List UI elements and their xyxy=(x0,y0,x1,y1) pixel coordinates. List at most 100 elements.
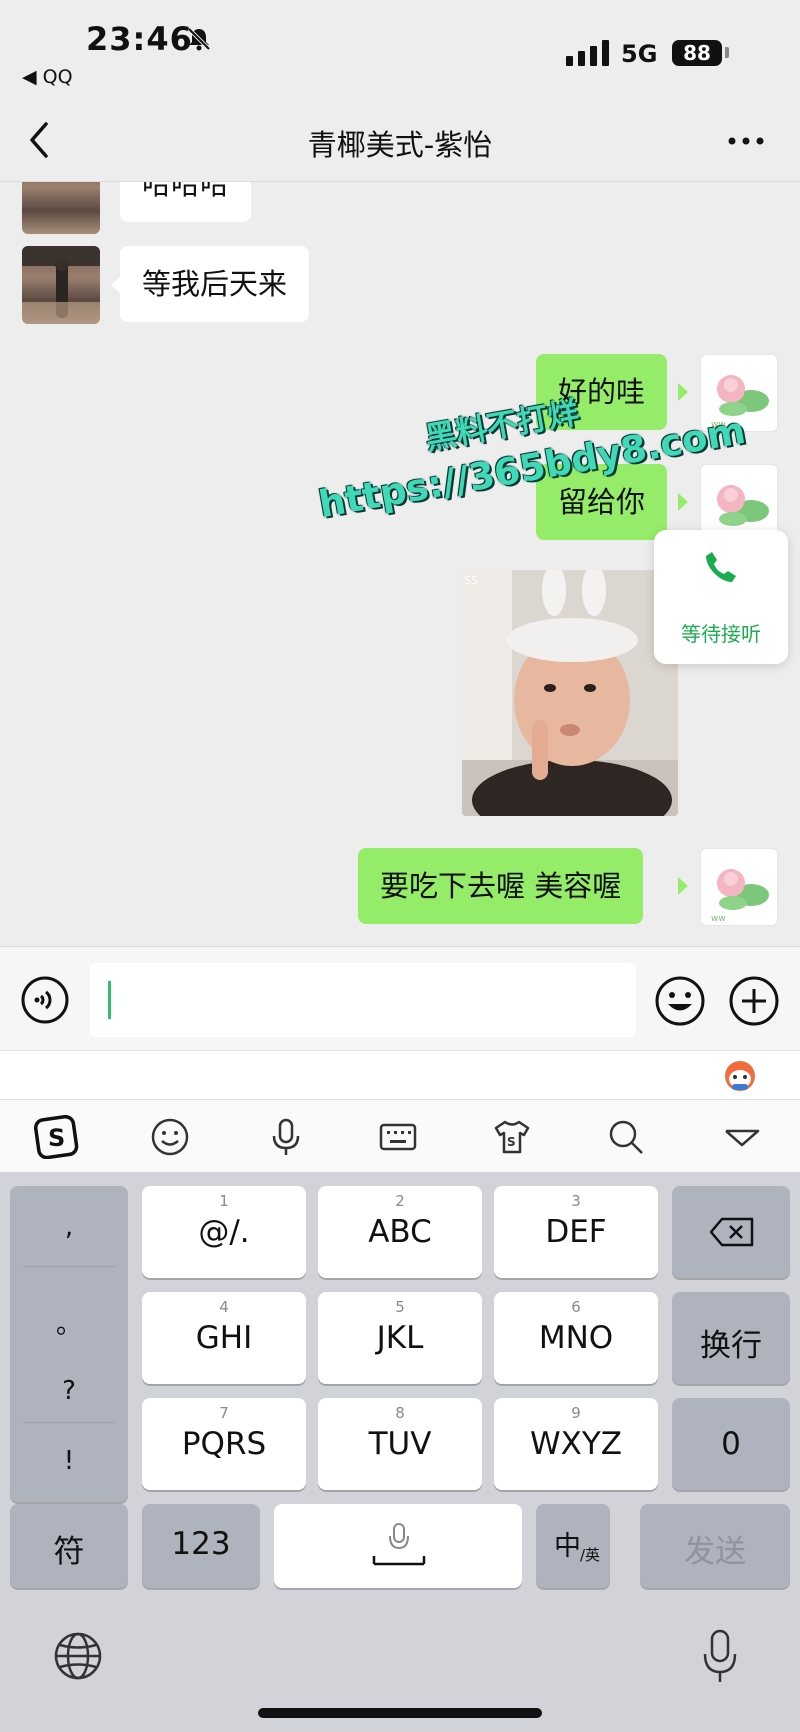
backspace-key[interactable] xyxy=(672,1186,790,1278)
battery-tip xyxy=(725,47,729,58)
key-label: WXYZ xyxy=(529,1426,623,1462)
clock: 23:46 xyxy=(86,20,193,58)
language-switch-key[interactable]: 中 /英 xyxy=(536,1504,610,1588)
key-number: 4 xyxy=(219,1298,229,1316)
key-4[interactable]: 4 GHI xyxy=(142,1292,306,1384)
key-label: 发送 xyxy=(684,1534,746,1570)
call-status-label: 等待接听 xyxy=(681,622,761,646)
key-label: GHI xyxy=(195,1320,253,1356)
keyboard-toolbar: S S xyxy=(0,1100,800,1172)
key-7[interactable]: 7 PQRS xyxy=(142,1398,306,1490)
sent-photo-message[interactable]: SS xyxy=(462,570,678,816)
input-bar xyxy=(0,946,800,1050)
send-key[interactable]: 发送 xyxy=(640,1504,790,1588)
phone-icon xyxy=(706,552,736,582)
signal-icon xyxy=(566,40,609,66)
skin-shirt-icon[interactable]: S xyxy=(492,1117,532,1157)
ime-keyboard: , 。 ? ! 1 @/. 2 ABC 3 DEF 4 GHI 5 JKL 6 … xyxy=(0,1172,800,1732)
key-8[interactable]: 8 TUV xyxy=(318,1398,482,1490)
battery-icon: 88 xyxy=(672,40,722,66)
key-number: 8 xyxy=(395,1404,405,1422)
numbers-key[interactable]: 123 xyxy=(142,1504,260,1588)
key-label: 换行 xyxy=(700,1328,762,1364)
key-number: 6 xyxy=(571,1298,581,1316)
key-label: JKL xyxy=(376,1320,424,1356)
key-number: 1 xyxy=(219,1192,229,1210)
chat-header: 青椰美式-紫怡 xyxy=(0,100,800,182)
bubble-tail xyxy=(678,877,688,895)
plus-icon[interactable] xyxy=(728,975,780,1027)
punct-period[interactable]: 。 xyxy=(10,1304,128,1341)
key-6[interactable]: 6 MNO xyxy=(494,1292,658,1384)
call-float-window[interactable]: 等待接听 xyxy=(654,530,788,664)
key-label: 123 xyxy=(171,1526,231,1562)
space-key[interactable] xyxy=(274,1504,522,1588)
sogou-logo-icon[interactable]: S xyxy=(34,1113,80,1159)
key-9[interactable]: 9 WXYZ xyxy=(494,1398,658,1490)
message-bubble-outgoing[interactable]: 要吃下去喔 美容喔 xyxy=(358,848,644,924)
svg-text:ww: ww xyxy=(711,914,726,924)
key-5[interactable]: 5 JKL xyxy=(318,1292,482,1384)
contact-avatar[interactable] xyxy=(22,246,100,324)
emoji-panel-icon[interactable] xyxy=(150,1117,190,1157)
key-label: 符 xyxy=(53,1534,85,1570)
search-icon[interactable] xyxy=(606,1117,646,1157)
svg-text:S: S xyxy=(507,1135,516,1149)
key-label: ABC xyxy=(368,1214,432,1250)
home-indicator[interactable] xyxy=(258,1708,542,1718)
punctuation-column[interactable]: , 。 ? ! xyxy=(10,1186,128,1502)
network-type: 5G xyxy=(621,40,658,68)
svg-text:SS: SS xyxy=(464,574,478,587)
bubble-tail xyxy=(678,383,688,401)
message-bubble-incoming[interactable]: 等我后天来 xyxy=(120,246,310,322)
separator xyxy=(22,1422,116,1423)
contact-avatar[interactable] xyxy=(22,182,100,234)
svg-text:S: S xyxy=(48,1124,65,1152)
separator xyxy=(22,1266,116,1267)
key-sublabel: /英 xyxy=(580,1546,601,1564)
space-mic-icon xyxy=(372,1523,426,1566)
text-caret xyxy=(108,981,111,1019)
voice-input-icon[interactable] xyxy=(20,975,70,1025)
punct-comma[interactable]: , xyxy=(10,1212,128,1242)
key-number: 2 xyxy=(395,1192,405,1210)
key-label: @/. xyxy=(198,1214,250,1250)
message-input[interactable] xyxy=(90,963,636,1037)
key-label: 中 xyxy=(554,1531,581,1562)
key-2[interactable]: 2 ABC xyxy=(318,1186,482,1278)
newline-key[interactable]: 换行 xyxy=(672,1292,790,1384)
emoji-icon[interactable] xyxy=(654,975,706,1027)
key-0[interactable]: 0 xyxy=(672,1398,790,1490)
keyboard-layout-icon[interactable] xyxy=(378,1117,418,1157)
more-options-icon[interactable] xyxy=(726,126,766,156)
key-label: TUV xyxy=(368,1426,432,1462)
key-label: PQRS xyxy=(181,1426,267,1462)
backspace-icon xyxy=(709,1217,754,1247)
dictation-mic-icon[interactable] xyxy=(700,1628,740,1686)
punct-question[interactable]: ? xyxy=(10,1376,128,1406)
ime-mascot-icon[interactable] xyxy=(722,1059,758,1093)
key-number: 9 xyxy=(571,1404,581,1422)
symbols-key[interactable]: 符 xyxy=(10,1504,128,1588)
chat-title: 青椰美式-紫怡 xyxy=(307,128,493,162)
key-number: 5 xyxy=(395,1298,405,1316)
voice-typing-icon[interactable] xyxy=(266,1117,306,1157)
candidate-bar xyxy=(0,1050,800,1100)
key-3[interactable]: 3 DEF xyxy=(494,1186,658,1278)
key-label: DEF xyxy=(545,1214,607,1250)
globe-icon[interactable] xyxy=(52,1630,104,1682)
key-1[interactable]: 1 @/. xyxy=(142,1186,306,1278)
punct-exclaim[interactable]: ! xyxy=(10,1446,128,1476)
bubble-tail xyxy=(678,493,688,511)
key-label: MNO xyxy=(538,1320,614,1356)
key-number: 7 xyxy=(219,1404,229,1422)
key-label: 0 xyxy=(721,1426,741,1462)
back-to-app-link[interactable]: ◀ QQ xyxy=(22,66,73,88)
collapse-keyboard-icon[interactable] xyxy=(722,1117,762,1157)
my-avatar[interactable]: ww xyxy=(700,848,778,926)
key-number: 3 xyxy=(571,1192,581,1210)
message-list[interactable]: 哈哈哈 等我后天来 好的哇 ww 留给你 SS 要吃下去喔 美容喔 ww 黑料不… xyxy=(0,182,800,946)
status-bar: 23:46 ◀ QQ 5G 88 xyxy=(0,0,800,100)
message-bubble-incoming[interactable]: 哈哈哈 xyxy=(120,182,252,222)
muted-bell-icon xyxy=(187,27,211,51)
